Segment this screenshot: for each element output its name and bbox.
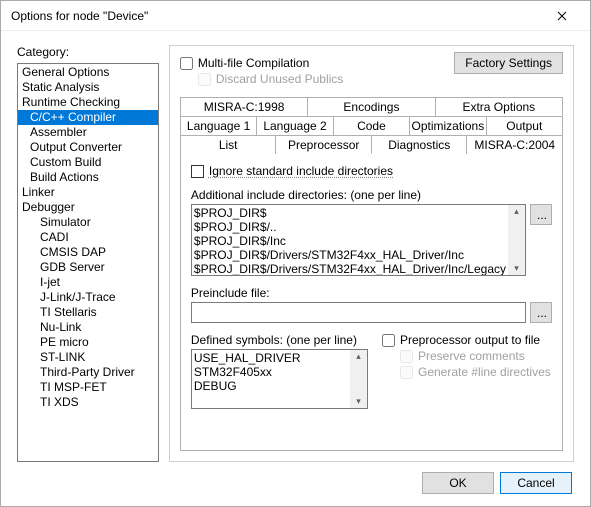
category-item[interactable]: Simulator: [18, 215, 158, 230]
category-label: Category:: [17, 45, 159, 59]
scroll-down-icon[interactable]: ▾: [514, 262, 519, 275]
category-item[interactable]: CMSIS DAP: [18, 245, 158, 260]
scrollbar[interactable]: ▴ ▾: [350, 350, 367, 408]
browse-include-button[interactable]: ...: [530, 204, 552, 225]
additional-include-label: Additional include directories: (one per…: [191, 188, 552, 202]
additional-include-textarea[interactable]: $PROJ_DIR$ $PROJ_DIR$/.. $PROJ_DIR$/Inc …: [191, 204, 526, 276]
dialog-footer: OK Cancel: [17, 462, 574, 498]
category-item[interactable]: Assembler: [18, 125, 158, 140]
category-item[interactable]: General Options: [18, 65, 158, 80]
close-icon: [557, 11, 567, 21]
tab[interactable]: Extra Options: [436, 97, 563, 116]
tab[interactable]: Language 2: [257, 116, 333, 135]
tab-strip: MISRA-C:1998EncodingsExtra Options Langu…: [180, 96, 563, 154]
category-item[interactable]: Linker: [18, 185, 158, 200]
pp-line-checkbox: [400, 366, 413, 379]
category-item[interactable]: Custom Build: [18, 155, 158, 170]
category-item[interactable]: J-Link/J-Trace: [18, 290, 158, 305]
category-item[interactable]: Build Actions: [18, 170, 158, 185]
category-item[interactable]: GDB Server: [18, 260, 158, 275]
factory-settings-button[interactable]: Factory Settings: [454, 52, 563, 74]
tab[interactable]: List: [180, 135, 277, 154]
multi-file-label: Multi-file Compilation: [198, 56, 309, 70]
tab[interactable]: Language 1: [180, 116, 257, 135]
close-button[interactable]: [542, 2, 582, 30]
category-item[interactable]: Third-Party Driver: [18, 365, 158, 380]
pp-output-checkbox[interactable]: [382, 334, 395, 347]
category-item[interactable]: ST-LINK: [18, 350, 158, 365]
tab[interactable]: Optimizations: [410, 116, 486, 135]
title-bar: Options for node "Device": [1, 1, 590, 31]
pp-line-label: Generate #line directives: [418, 365, 551, 379]
tab[interactable]: Output: [487, 116, 563, 135]
category-item[interactable]: C/C++ Compiler: [18, 110, 158, 125]
pp-preserve-checkbox: [400, 350, 413, 363]
tab[interactable]: Code: [334, 116, 410, 135]
multi-file-checkbox[interactable]: [180, 57, 193, 70]
category-list[interactable]: General OptionsStatic AnalysisRuntime Ch…: [17, 63, 159, 462]
category-panel: Category: General OptionsStatic Analysis…: [17, 45, 159, 462]
ignore-std-checkbox[interactable]: [191, 165, 204, 178]
scrollbar[interactable]: ▴ ▾: [508, 205, 525, 275]
window-title: Options for node "Device": [11, 9, 148, 23]
defined-symbols-label: Defined symbols: (one per line): [191, 333, 368, 347]
tab[interactable]: MISRA-C:1998: [180, 97, 308, 116]
discard-unused-label: Discard Unused Publics: [216, 72, 343, 86]
category-item[interactable]: PE micro: [18, 335, 158, 350]
options-panel: Factory Settings Multi-file Compilation …: [169, 45, 574, 462]
category-item[interactable]: TI MSP-FET: [18, 380, 158, 395]
preinclude-input[interactable]: [191, 302, 526, 323]
category-item[interactable]: Debugger: [18, 200, 158, 215]
scroll-up-icon[interactable]: ▴: [514, 205, 519, 218]
ignore-std-label: Ignore standard include directories: [209, 164, 393, 178]
defined-symbols-textarea[interactable]: USE_HAL_DRIVER STM32F405xx DEBUG ▴ ▾: [191, 349, 368, 409]
pp-preserve-label: Preserve comments: [418, 349, 525, 363]
tab[interactable]: Encodings: [308, 97, 435, 116]
category-item[interactable]: CADI: [18, 230, 158, 245]
category-item[interactable]: Nu-Link: [18, 320, 158, 335]
ok-button[interactable]: OK: [422, 472, 494, 494]
tab-panel-preprocessor: Ignore standard include directories Addi…: [180, 153, 563, 451]
scroll-up-icon[interactable]: ▴: [356, 350, 361, 363]
preinclude-label: Preinclude file:: [191, 286, 552, 300]
discard-unused-checkbox: [198, 73, 211, 86]
category-item[interactable]: Output Converter: [18, 140, 158, 155]
tab[interactable]: Preprocessor: [276, 135, 372, 154]
scroll-down-icon[interactable]: ▾: [356, 395, 361, 408]
tab[interactable]: Diagnostics: [372, 135, 468, 154]
cancel-button[interactable]: Cancel: [500, 472, 572, 494]
category-item[interactable]: TI Stellaris: [18, 305, 158, 320]
pp-output-label: Preprocessor output to file: [400, 333, 540, 347]
category-item[interactable]: TI XDS: [18, 395, 158, 410]
category-item[interactable]: I-jet: [18, 275, 158, 290]
browse-preinclude-button[interactable]: ...: [530, 302, 552, 323]
category-item[interactable]: Runtime Checking: [18, 95, 158, 110]
category-item[interactable]: Static Analysis: [18, 80, 158, 95]
tab[interactable]: MISRA-C:2004: [467, 135, 563, 154]
